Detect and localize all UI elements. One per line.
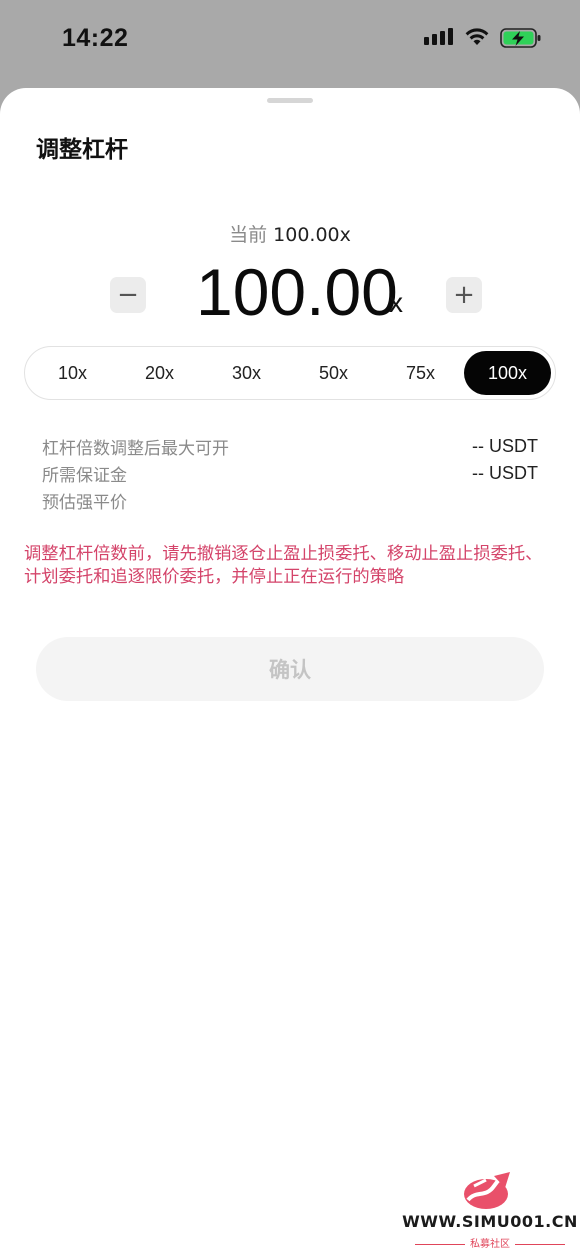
- preset-75x[interactable]: 75x: [377, 351, 464, 395]
- preset-20x[interactable]: 20x: [116, 351, 203, 395]
- minus-icon: −: [117, 280, 139, 310]
- leverage-presets: 10x 20x 30x 50x 75x 100x: [24, 346, 556, 400]
- info-label: 预估强平价: [42, 493, 127, 513]
- status-time: 14:22: [62, 24, 129, 52]
- battery-charging-icon: [500, 27, 542, 53]
- info-label: 所需保证金: [42, 466, 127, 486]
- watermark-subtitle-text: 私募社区: [470, 1239, 510, 1250]
- info-row-margin: 所需保证金 -- USDT: [42, 460, 538, 487]
- status-bar: 14:22: [0, 0, 580, 80]
- warning-text: 调整杠杆倍数前，请先撤销逐仓止盈止损委托、移动止盈止损委托、计划委托和追逐限价委…: [24, 544, 543, 587]
- current-leverage-value: 100.00x: [273, 224, 351, 246]
- confirm-button[interactable]: 确认: [36, 637, 544, 701]
- info-value: -- USDT: [472, 463, 538, 483]
- watermark-subtitle: 私募社区: [402, 1235, 578, 1250]
- watermark: WWW.SIMU001.CN 私募社区: [402, 1170, 578, 1250]
- watermark-logo-icon: [460, 1170, 520, 1216]
- adjust-leverage-sheet: 调整杠杆 当前 100.00x − 100.00 x + 10x 20x 30x…: [0, 88, 580, 1255]
- leverage-value[interactable]: 100.00: [196, 254, 398, 330]
- info-value: -- USDT: [472, 436, 538, 456]
- info-row-liquidation-price: 预估强平价: [42, 487, 538, 514]
- preset-100x[interactable]: 100x: [464, 351, 551, 395]
- current-leverage: 当前 100.00x: [0, 220, 580, 247]
- wifi-icon: [464, 27, 490, 51]
- preset-50x[interactable]: 50x: [290, 351, 377, 395]
- decrease-button[interactable]: −: [110, 277, 146, 313]
- preset-10x[interactable]: 10x: [29, 351, 116, 395]
- plus-icon: +: [453, 280, 475, 310]
- sheet-grabber[interactable]: [267, 98, 313, 103]
- increase-button[interactable]: +: [446, 277, 482, 313]
- sheet-title: 调整杠杆: [36, 137, 128, 163]
- leverage-info: 杠杆倍数调整后最大可开 -- USDT 所需保证金 -- USDT 预估强平价: [42, 433, 538, 514]
- info-row-max-open: 杠杆倍数调整后最大可开 -- USDT: [42, 433, 538, 460]
- leverage-unit: x: [389, 287, 403, 318]
- cellular-signal-icon: [424, 28, 453, 45]
- current-leverage-label: 当前: [229, 224, 268, 246]
- watermark-site: WWW.SIMU001.CN: [402, 1212, 578, 1231]
- info-label: 杠杆倍数调整后最大可开: [42, 439, 229, 459]
- preset-30x[interactable]: 30x: [203, 351, 290, 395]
